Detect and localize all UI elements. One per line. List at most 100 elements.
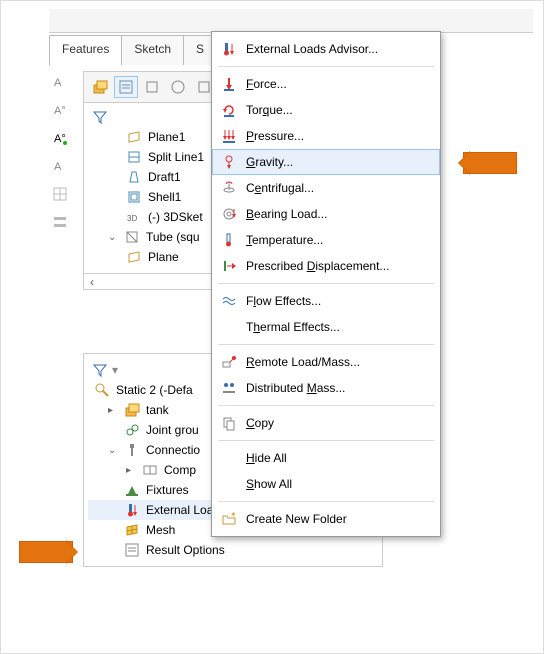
- menu-item-label: Remote Load/Mass...: [246, 355, 360, 369]
- menu-item-distributed-mass[interactable]: Distributed Mass...: [212, 375, 440, 401]
- tree-item-label: Tube (squ: [146, 230, 200, 244]
- tree-item-label: Split Line1: [148, 150, 204, 164]
- collapse-icon[interactable]: ⌄: [108, 232, 118, 243]
- menu-item-label: Thermal Effects...: [246, 320, 340, 334]
- tree-item-label: Plane: [148, 250, 179, 264]
- centrifugal-icon: [221, 180, 237, 196]
- menu-item-label: Torque...: [246, 103, 293, 117]
- menu-separator: [218, 66, 434, 67]
- tab-sketch[interactable]: Sketch: [121, 35, 184, 65]
- joint-icon: [124, 422, 140, 438]
- feature-manager-tab[interactable]: [88, 76, 112, 98]
- menu-item-advisor[interactable]: External Loads Advisor...: [212, 36, 440, 62]
- expand-icon[interactable]: ▸: [108, 405, 118, 416]
- annotation-tool-1[interactable]: A: [49, 71, 71, 93]
- menu-item-torque[interactable]: Torque...: [212, 97, 440, 123]
- annotation-tool-6[interactable]: [49, 211, 71, 233]
- left-toolbar: A A° A° A: [49, 71, 79, 233]
- menu-item-label: Show All: [246, 477, 292, 491]
- property-manager-tab[interactable]: [114, 76, 138, 98]
- menu-item-label: Pressure...: [246, 129, 304, 143]
- draft-icon: [126, 169, 142, 185]
- tree-item-label: Fixtures: [146, 483, 189, 497]
- title-bar: [49, 9, 533, 33]
- menu-item-label: Create New Folder: [246, 512, 347, 526]
- menu-item-displacement[interactable]: Prescribed Displacement...: [212, 253, 440, 279]
- menu-separator: [218, 440, 434, 441]
- annotation-tool-3[interactable]: A°: [49, 127, 71, 149]
- menu-item-new-folder[interactable]: ✦ Create New Folder: [212, 506, 440, 532]
- menu-separator: [218, 405, 434, 406]
- menu-item-label: Force...: [246, 77, 287, 91]
- split-line-icon: [126, 149, 142, 165]
- torque-icon: [221, 102, 237, 118]
- menu-item-thermal[interactable]: Thermal Effects...: [212, 314, 440, 340]
- menu-separator: [218, 344, 434, 345]
- display-manager-tab[interactable]: [166, 76, 190, 98]
- tab-features[interactable]: Features: [49, 35, 122, 65]
- menu-item-label: External Loads Advisor...: [246, 42, 378, 56]
- tree-item-label: Joint grou: [146, 423, 199, 437]
- menu-item-centrifugal[interactable]: Centrifugal...: [212, 175, 440, 201]
- tree-item-result-options[interactable]: Result Options: [88, 540, 378, 560]
- annotation-tool-4[interactable]: A: [49, 155, 71, 177]
- menu-item-hide-all[interactable]: Hide All: [212, 445, 440, 471]
- menu-item-copy[interactable]: Copy: [212, 410, 440, 436]
- app-window: Features Sketch S A A° A° A: [0, 0, 544, 654]
- menu-item-label: Flow Effects...: [246, 294, 321, 308]
- text-a-icon: A°: [52, 102, 68, 118]
- settings-icon: [52, 214, 68, 230]
- funnel-icon: [92, 109, 108, 125]
- annotation-tool-5[interactable]: [49, 183, 71, 205]
- collapse-icon[interactable]: ⌄: [108, 445, 118, 456]
- config-icon: [144, 79, 160, 95]
- menu-item-bearing[interactable]: Bearing Load...: [212, 201, 440, 227]
- tree-item-label: Connectio: [146, 443, 200, 457]
- blank-icon: [220, 318, 238, 336]
- grid-icon: [52, 186, 68, 202]
- thermometer-arrow-icon: [221, 41, 237, 57]
- remote-load-icon: [221, 354, 237, 370]
- menu-item-force[interactable]: Force...: [212, 71, 440, 97]
- menu-item-show-all[interactable]: Show All: [212, 471, 440, 497]
- bearing-icon: [221, 206, 237, 222]
- menu-item-label: Bearing Load...: [246, 207, 327, 221]
- menu-item-remote-load[interactable]: Remote Load/Mass...: [212, 349, 440, 375]
- tree-item-label: Static 2 (-Defa: [116, 383, 193, 397]
- thermometer-icon: [221, 232, 237, 248]
- copy-icon: [221, 415, 237, 431]
- new-folder-icon: ✦: [221, 511, 237, 527]
- fixture-icon: [124, 482, 140, 498]
- menu-separator: [218, 501, 434, 502]
- blank-icon: [220, 449, 238, 467]
- configuration-tab[interactable]: [140, 76, 164, 98]
- menu-item-pressure[interactable]: Pressure...: [212, 123, 440, 149]
- ribbon-tabs: Features Sketch S: [49, 35, 216, 65]
- tree-item-label: Shell1: [148, 190, 181, 204]
- tree-item-label: (-) 3DSket: [148, 210, 203, 224]
- context-menu-external-loads: External Loads Advisor... Force... Torqu…: [211, 31, 441, 537]
- annotation-tool-2[interactable]: A°: [49, 99, 71, 121]
- expand-icon[interactable]: ▸: [126, 465, 136, 476]
- blank-icon: [220, 475, 238, 493]
- results-icon: [124, 542, 140, 558]
- gravity-icon: [221, 154, 237, 170]
- plane-icon: [126, 249, 142, 265]
- more-icon: [196, 79, 212, 95]
- menu-item-label: Prescribed Displacement...: [246, 259, 389, 273]
- text-a-icon: A: [52, 158, 68, 174]
- svg-text:3D: 3D: [127, 214, 137, 223]
- menu-item-label: Temperature...: [246, 233, 323, 247]
- assembly-icon: [92, 79, 108, 95]
- contact-icon: [142, 462, 158, 478]
- svg-text:A: A: [54, 77, 62, 89]
- mesh-icon: [124, 522, 140, 538]
- menu-item-gravity[interactable]: Gravity...: [212, 149, 440, 175]
- external-loads-icon: [124, 502, 140, 518]
- menu-item-label: Copy: [246, 416, 274, 430]
- callout-arrow-external-loads: [19, 541, 73, 563]
- menu-separator: [218, 283, 434, 284]
- menu-item-temperature[interactable]: Temperature...: [212, 227, 440, 253]
- scroll-left-icon[interactable]: ‹: [84, 275, 100, 289]
- menu-item-flow[interactable]: Flow Effects...: [212, 288, 440, 314]
